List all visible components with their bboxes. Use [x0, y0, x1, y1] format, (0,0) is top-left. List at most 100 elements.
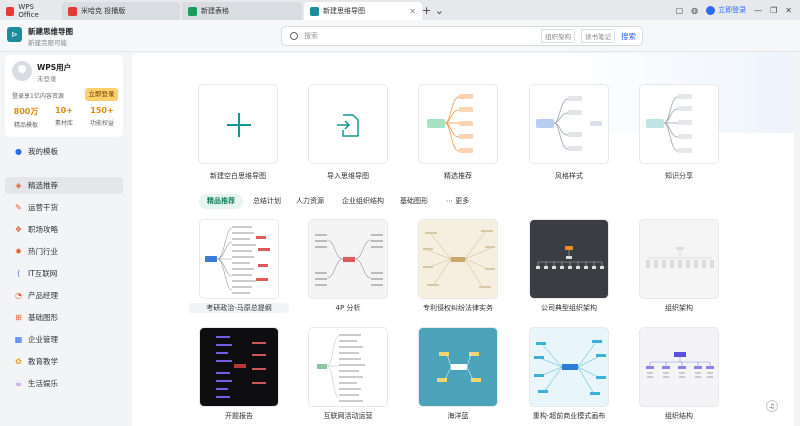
page-subtitle: 新建完限可能 [28, 39, 67, 47]
window-icon[interactable]: ▢ [676, 6, 684, 15]
user-name: WPS用户 [37, 63, 72, 72]
template-card[interactable] [418, 219, 498, 299]
sidebar-item-label: 我的模板 [28, 147, 58, 156]
main-content: 新建空白思维导图 导入思维导图 精选推荐 风格样式 知识分享 精品推荐 总结计划… [132, 53, 794, 426]
featured-card[interactable] [418, 84, 498, 164]
recommend-icon: ◈ [15, 181, 22, 190]
avatar-icon [706, 5, 716, 15]
template-card[interactable] [199, 219, 279, 299]
search-chip-org[interactable]: 组织架构 [541, 29, 575, 43]
template-card[interactable] [529, 327, 609, 407]
tab-label: 新建思维导图 [323, 7, 365, 15]
user-status: 未登录 [37, 75, 57, 83]
close-tab-icon[interactable]: ✕ [409, 7, 416, 16]
tab-label: WPS Office [18, 3, 39, 19]
style-card[interactable] [529, 84, 609, 164]
template-thumbnail [423, 230, 495, 289]
sidebar-item-label: 职场攻略 [28, 225, 58, 234]
filter-hr[interactable]: 人力资源 [296, 194, 324, 209]
sidebar-item-label: IT互联网 [28, 269, 58, 278]
template-thumbnail [536, 246, 604, 269]
filter-premium[interactable]: 精品推荐 [199, 194, 243, 209]
sidebar-item-recommend[interactable]: ◈ 精选推荐 [5, 177, 123, 194]
new-tab-button[interactable]: + ⌄ [422, 0, 444, 20]
filter-plans[interactable]: 总结计划 [253, 194, 281, 209]
template-label: 考研政治-马原总提纲 [189, 303, 289, 313]
filter-more[interactable]: ⋯ 更多 [446, 194, 469, 209]
template-label: 组织结构 [665, 412, 693, 420]
sidebar-item-label: 生活娱乐 [28, 379, 58, 388]
stat-label: 素材库 [54, 120, 73, 127]
template-card[interactable] [199, 327, 279, 407]
template-thumbnail [205, 226, 270, 294]
app-header: ⊳ 新建思维导图 新建完限可能 搜索 组织架构 读书笔记 搜索 [0, 20, 800, 52]
tab-spreadsheet[interactable]: 新建表格 [182, 2, 302, 20]
sidebar-item-operations[interactable]: ✎ 运营干货 [5, 199, 123, 216]
card-label: 知识分享 [665, 172, 693, 180]
template-label: 互联网活动运营 [323, 412, 373, 420]
avatar[interactable] [12, 61, 32, 81]
search-button[interactable]: 搜索 [621, 31, 636, 42]
sidebar-item-career[interactable]: ❖ 职场攻略 [5, 221, 123, 238]
sidebar-item-label: 企业管理 [28, 335, 58, 344]
briefcase-icon: ❖ [14, 225, 23, 234]
tab-document[interactable]: 米哈克 投播版 [62, 2, 180, 20]
template-card[interactable] [529, 219, 609, 299]
tab-wps-office[interactable]: WPS Office [0, 2, 60, 20]
template-card[interactable] [308, 327, 388, 407]
card-label: 风格样式 [555, 172, 583, 180]
template-thumbnail [646, 352, 714, 378]
doc-icon [68, 6, 77, 16]
sidebar-item-product[interactable]: ◔ 产品经理 [5, 287, 123, 304]
close-icon[interactable]: ✕ [785, 6, 792, 15]
spreadsheet-icon [188, 6, 197, 16]
new-blank-mindmap-card[interactable] [198, 84, 278, 164]
filter-shapes[interactable]: 基础图形 [400, 194, 428, 209]
template-card[interactable] [418, 327, 498, 407]
card-label: 精选推荐 [444, 172, 472, 180]
sidebar-item-my-templates[interactable]: ● 我的模板 [5, 143, 123, 160]
sidebar-item-education[interactable]: ✿ 教育教学 [5, 353, 123, 370]
template-thumbnail [646, 247, 714, 268]
tab-label: 米哈克 投播版 [81, 7, 126, 15]
card-label: 导入思维导图 [327, 172, 369, 180]
template-label: 开题报告 [225, 412, 253, 420]
megaphone-icon: ✎ [15, 203, 22, 212]
mindmap-icon [310, 6, 319, 16]
search-icon [290, 32, 298, 40]
sidebar-item-shapes[interactable]: ⊞ 基础图形 [5, 309, 123, 326]
building-icon: ▦ [14, 335, 23, 344]
knowledge-card[interactable] [639, 84, 719, 164]
product-icon: ◔ [15, 291, 22, 300]
import-mindmap-card[interactable] [308, 84, 388, 164]
template-card[interactable] [308, 219, 388, 299]
stat-number: 800万 [13, 107, 39, 116]
minimize-icon[interactable]: — [754, 6, 762, 15]
tab-mindmap[interactable]: 新建思维导图 ✕ [304, 2, 422, 20]
code-icon: ⟨ [16, 269, 21, 278]
search-chip-notes[interactable]: 读书笔记 [581, 29, 615, 43]
template-card[interactable] [639, 219, 719, 299]
template-label: 4P 分析 [335, 304, 361, 312]
template-thumbnail [315, 234, 383, 286]
filter-org[interactable]: 企业组织结构 [342, 194, 384, 209]
sidebar-item-life[interactable]: ☕ 生活娱乐 [5, 375, 123, 392]
template-card[interactable] [639, 327, 719, 407]
template-thumbnail [437, 352, 481, 382]
template-thumbnail [216, 336, 266, 398]
sidebar-item-it[interactable]: ⟨ IT互联网 [5, 265, 123, 282]
sidebar-item-management[interactable]: ▦ 企业管理 [5, 331, 123, 348]
restore-icon[interactable]: ❐ [770, 6, 777, 15]
login-link[interactable]: 立即登录 [706, 5, 746, 15]
skin-icon[interactable]: ◍ [691, 6, 698, 15]
plus-icon [227, 113, 251, 137]
template-thumbnail [317, 334, 365, 402]
search-input[interactable]: 搜索 [304, 31, 318, 41]
login-button[interactable]: 立即登录 [85, 88, 118, 101]
sidebar-item-label: 基础图形 [28, 313, 58, 322]
mindmap-preview-icon [427, 94, 473, 153]
search-bar[interactable]: 搜索 组织架构 读书笔记 搜索 [281, 26, 643, 46]
headset-icon[interactable]: ♫ [766, 400, 778, 412]
tab-label: 新建表格 [201, 7, 229, 15]
sidebar-item-industry[interactable]: ✹ 热门行业 [5, 243, 123, 260]
